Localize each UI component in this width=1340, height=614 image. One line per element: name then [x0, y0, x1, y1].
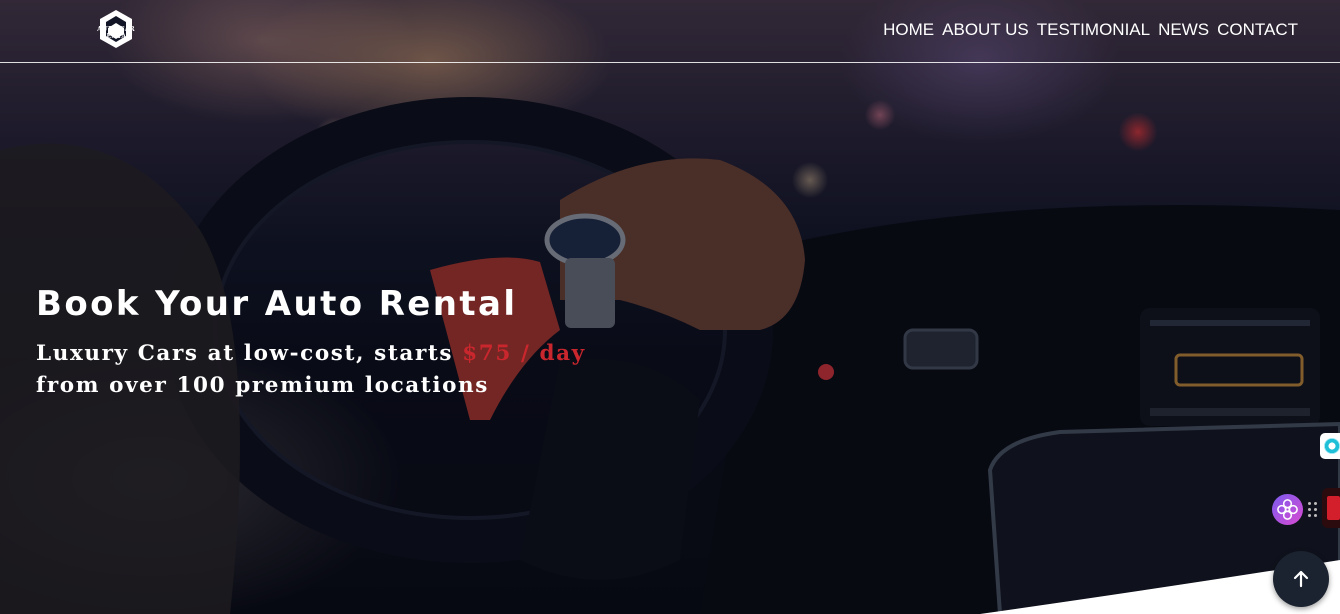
side-red-widget[interactable] [1322, 488, 1340, 528]
site-header: AUTO CAR RENTAL HOME ABOUT US TESTIMONIA… [0, 0, 1340, 63]
scroll-to-top-button[interactable] [1273, 551, 1329, 607]
assistant-button[interactable] [1272, 494, 1303, 525]
logo-text: AUTO CAR RENTAL [97, 26, 135, 40]
arrow-up-icon [1293, 570, 1309, 588]
nav-news[interactable]: NEWS [1158, 20, 1209, 40]
drag-handle[interactable] [1308, 502, 1318, 518]
hero-title: Book Your Auto Rental [36, 284, 518, 324]
nav-home[interactable]: HOME [883, 20, 934, 40]
ring-icon [1324, 438, 1340, 454]
hero-price: $75 / day [462, 341, 586, 366]
nav-testimonial[interactable]: TESTIMONIAL [1037, 20, 1150, 40]
side-widget-tab[interactable] [1320, 433, 1340, 459]
brand-logo[interactable]: AUTO CAR RENTAL [88, 8, 144, 52]
hero-subtitle-prefix: Luxury Cars at low-cost, starts [36, 341, 454, 366]
nav-contact[interactable]: CONTACT [1217, 20, 1298, 40]
hero-subtitle-line2: from over 100 premium locations [36, 373, 489, 398]
main-nav: HOME ABOUT US TESTIMONIAL NEWS CONTACT [883, 20, 1298, 40]
nav-about-us[interactable]: ABOUT US [942, 20, 1029, 40]
flower-icon [1277, 499, 1298, 520]
hero-subtitle: Luxury Cars at low-cost, starts $75 / da… [36, 338, 586, 402]
